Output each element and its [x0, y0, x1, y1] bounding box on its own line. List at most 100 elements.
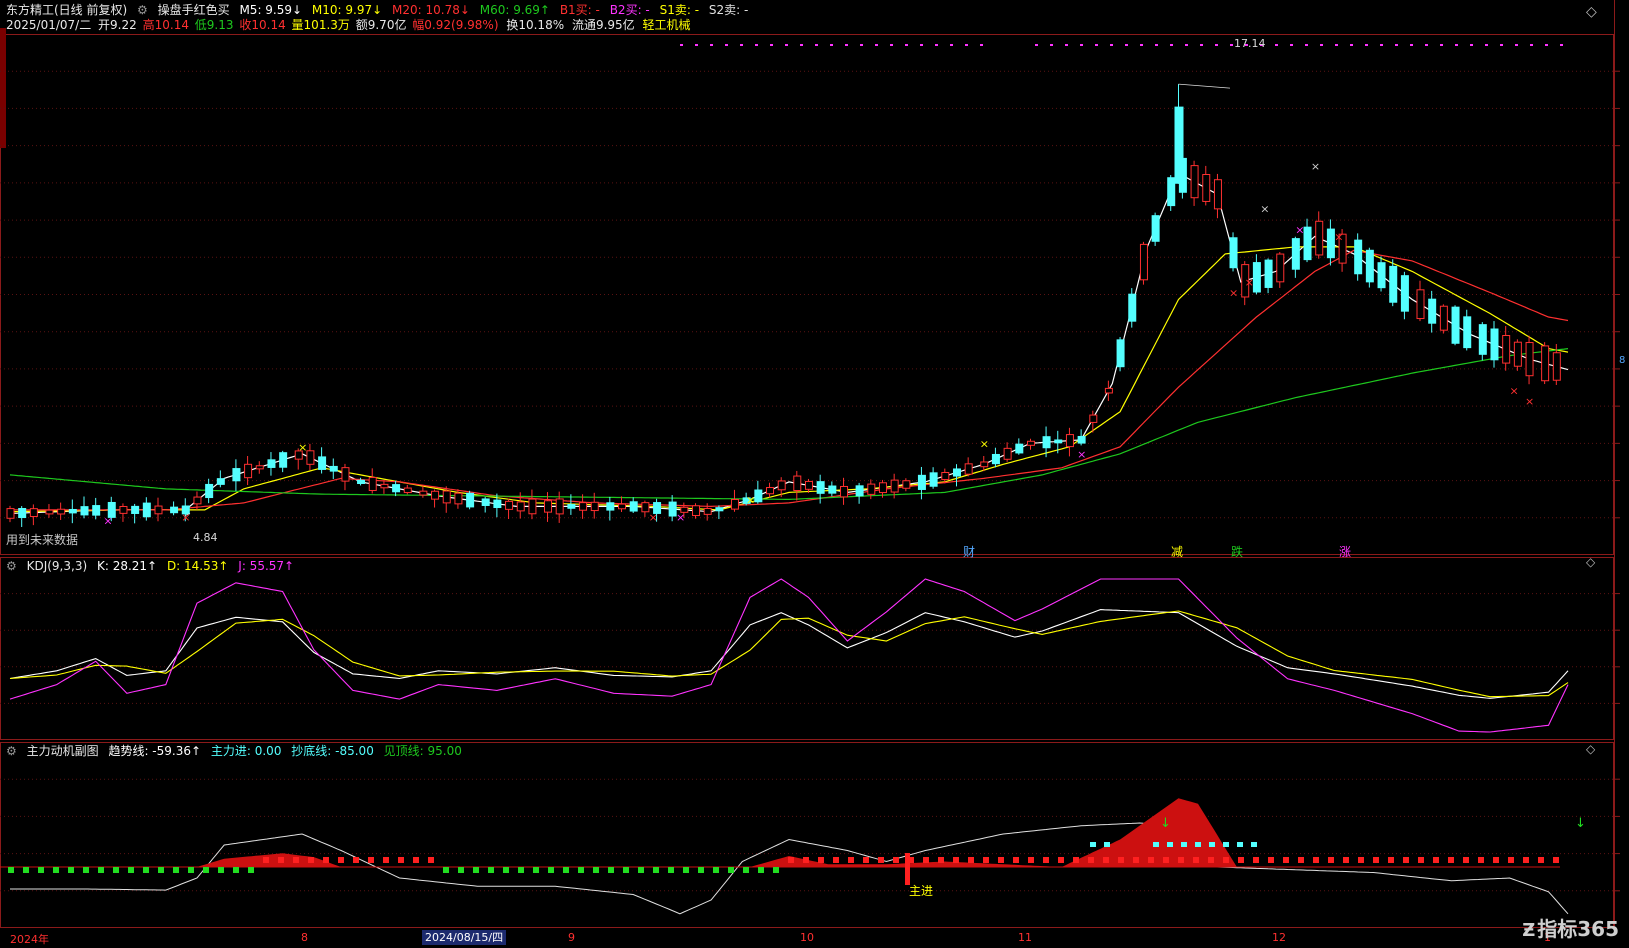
- signal-cross-mark: ×: [676, 511, 685, 524]
- peak-candle-body: [1174, 106, 1184, 184]
- candle-body: [528, 498, 537, 515]
- ma-line-m5: [9, 172, 1569, 514]
- candle-body: [80, 506, 89, 516]
- candle-body: [279, 452, 288, 468]
- candle-body: [917, 474, 926, 490]
- candle-body: [980, 461, 989, 468]
- diamond-icon-force[interactable]: ◇: [1586, 742, 1595, 756]
- candle-body: [68, 508, 77, 514]
- candle-body: [1077, 435, 1086, 444]
- force-signal-square: [968, 857, 974, 863]
- kdj-header: ⚙ KDJ(9,3,3) K: 28.21↑ D: 14.53↑ J: 55.5…: [6, 559, 300, 574]
- quote-turnover: 换10.18%: [506, 18, 565, 32]
- force-signal-square: [473, 867, 479, 873]
- candle-body: [941, 472, 950, 481]
- force-signal-square: [278, 857, 284, 863]
- candle-body: [267, 459, 276, 468]
- high-leader: [1178, 83, 1231, 89]
- candle-body: [1490, 328, 1499, 361]
- top-signal-dot: [725, 44, 728, 46]
- force-signal-square: [998, 857, 1004, 863]
- force-signal-square: [1373, 857, 1379, 863]
- force-signal-square: [143, 867, 149, 873]
- candle-body: [855, 485, 864, 497]
- quote-sector[interactable]: 轻工机械: [643, 18, 691, 32]
- candle-body: [1416, 289, 1425, 320]
- green-arrow-icon: ↓: [1575, 816, 1586, 831]
- kdj-settings-icon[interactable]: ⚙: [6, 559, 17, 573]
- force-signal-square: [1043, 857, 1049, 863]
- candle-body: [590, 501, 599, 512]
- signal-cross-mark: ×: [1295, 223, 1304, 236]
- kdj-name[interactable]: KDJ(9,3,3): [27, 559, 88, 573]
- top-signal-dot: [905, 44, 908, 46]
- force-signal-square: [773, 867, 779, 873]
- force-name[interactable]: 主力动机副图: [27, 744, 99, 758]
- force-signal-square: [173, 867, 179, 873]
- ma-line-m60: [9, 348, 1569, 500]
- force-signal-square: [1223, 857, 1229, 863]
- top-signal-dot: [1335, 44, 1338, 46]
- force-signal-square: [683, 867, 689, 873]
- event-label-fall[interactable]: 跌: [1231, 543, 1243, 560]
- top-signal-dot: [740, 44, 743, 46]
- force-signal-square: [248, 867, 254, 873]
- quote-open: 开9.22: [98, 18, 137, 32]
- force-signal-square: [1298, 857, 1304, 863]
- force-cyan-square: [1223, 842, 1229, 847]
- b2-value: B2买: -: [609, 3, 650, 17]
- candle-body: [142, 502, 151, 518]
- candle-body: [170, 506, 179, 514]
- panel-frame-0: [0, 34, 1614, 555]
- candle-body: [493, 499, 502, 509]
- cursor-date: 2024/08/15/四: [422, 930, 507, 945]
- force-signal-square: [923, 857, 929, 863]
- stock-title[interactable]: 东方精工(日线 前复权): [6, 3, 127, 17]
- event-label-reduce[interactable]: 减: [1171, 543, 1183, 560]
- force-settings-icon[interactable]: ⚙: [6, 744, 17, 758]
- diamond-icon-kdj[interactable]: ◇: [1586, 555, 1595, 569]
- signal-cross-mark: ×: [298, 441, 307, 454]
- event-label-rise[interactable]: 涨: [1339, 543, 1351, 560]
- signal-cross-mark: ×: [1509, 385, 1518, 398]
- candle-body: [1513, 341, 1522, 367]
- force-signal-square: [218, 867, 224, 873]
- candle-body: [804, 480, 813, 490]
- x-label-oct: 10: [800, 931, 814, 944]
- top-signal-dot: [785, 44, 788, 46]
- candle-body: [1139, 243, 1148, 281]
- force-cyan-square: [1237, 842, 1243, 847]
- candle-body: [579, 502, 588, 511]
- ma10-value: M10: 9.97↓: [311, 3, 383, 17]
- settings-icon[interactable]: ⚙: [137, 3, 148, 17]
- signal-cross-mark: ×: [103, 514, 112, 527]
- diamond-icon[interactable]: ◇: [1586, 4, 1597, 20]
- candle-body: [1089, 414, 1098, 423]
- force-signal-square: [38, 867, 44, 873]
- candle-body: [244, 463, 253, 479]
- force-bottom-line: 抄底线: -85.00: [291, 744, 374, 758]
- force-signal-square: [1028, 857, 1034, 863]
- force-signal-square: [68, 867, 74, 873]
- top-signal-dot: [1065, 44, 1068, 46]
- stock-chart[interactable]: × × × × × × × × × × × × × × × × ↓ ↓: [0, 0, 1629, 948]
- candle-body: [567, 504, 576, 509]
- candle-body: [991, 453, 1000, 465]
- candle-body: [516, 501, 525, 512]
- top-signal-dot: [1530, 44, 1533, 46]
- force-signal-square: [623, 867, 629, 873]
- event-label-finance[interactable]: 财: [963, 543, 975, 560]
- indicator-name[interactable]: 操盘手红色买: [158, 3, 230, 17]
- force-signal-square: [368, 857, 374, 863]
- force-cyan-square: [1104, 842, 1110, 847]
- force-signal-square: [233, 867, 239, 873]
- candle-body: [205, 483, 214, 499]
- force-signal-square: [353, 857, 359, 863]
- force-signal-square: [293, 857, 299, 863]
- candle-body: [1502, 335, 1511, 364]
- ma20-value: M20: 10.78↓: [392, 3, 470, 17]
- candle-body: [1428, 298, 1437, 324]
- force-signal-square: [1523, 857, 1529, 863]
- force-signal-square: [98, 867, 104, 873]
- candle-body: [964, 463, 973, 475]
